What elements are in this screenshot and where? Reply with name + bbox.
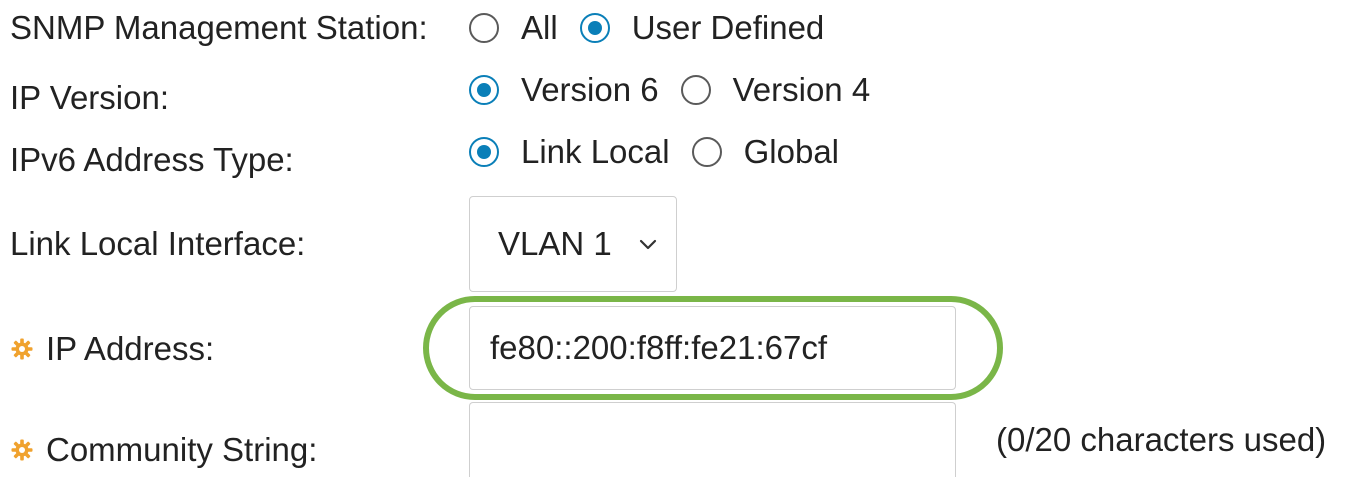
link-local-interface-select[interactable]: VLAN 1	[469, 196, 677, 292]
required-gear-icon	[11, 338, 33, 360]
ip-address-label-row: IP Address:	[10, 329, 214, 369]
community-string-label: Community String:	[46, 431, 318, 468]
ip-version-radio-group: Version 6 Version 4	[469, 70, 892, 110]
snmp-station-all-label[interactable]: All	[521, 9, 558, 47]
ip-version-6-label[interactable]: Version 6	[521, 71, 659, 109]
community-string-label-row: Community String:	[10, 430, 317, 470]
snmp-station-user-defined-label[interactable]: User Defined	[632, 9, 825, 47]
ip-address-label: IP Address:	[46, 330, 215, 367]
link-local-interface-label: Link Local Interface:	[10, 225, 306, 262]
ip-version-label: IP Version:	[10, 79, 169, 116]
snmp-station-user-defined-radio[interactable]	[579, 13, 610, 43]
ip-version-6-radio[interactable]	[469, 75, 499, 105]
ip-version-4-label[interactable]: Version 4	[733, 71, 871, 109]
ipv6-address-type-radio-group: Link Local Global	[469, 132, 861, 172]
required-gear-icon	[11, 439, 33, 461]
chevron-down-icon	[639, 239, 656, 250]
snmp-station-radio-group: All User Defined	[469, 8, 846, 48]
ipv6-address-type-label: IPv6 Address Type:	[10, 141, 294, 178]
ipv6-global-label[interactable]: Global	[744, 133, 839, 171]
ipv6-link-local-radio[interactable]	[469, 137, 499, 167]
snmp-station-all-radio[interactable]	[469, 13, 499, 43]
community-string-char-count: (0/20 characters used)	[996, 421, 1327, 458]
ip-version-4-radio[interactable]	[680, 75, 711, 105]
ipv6-global-radio[interactable]	[691, 137, 722, 167]
snmp-station-label: SNMP Management Station:	[10, 9, 428, 46]
ipv6-link-local-label[interactable]: Link Local	[521, 133, 670, 171]
ip-address-input[interactable]	[469, 306, 956, 390]
link-local-interface-selected-value: VLAN 1	[498, 225, 612, 262]
community-string-input[interactable]	[469, 402, 956, 477]
